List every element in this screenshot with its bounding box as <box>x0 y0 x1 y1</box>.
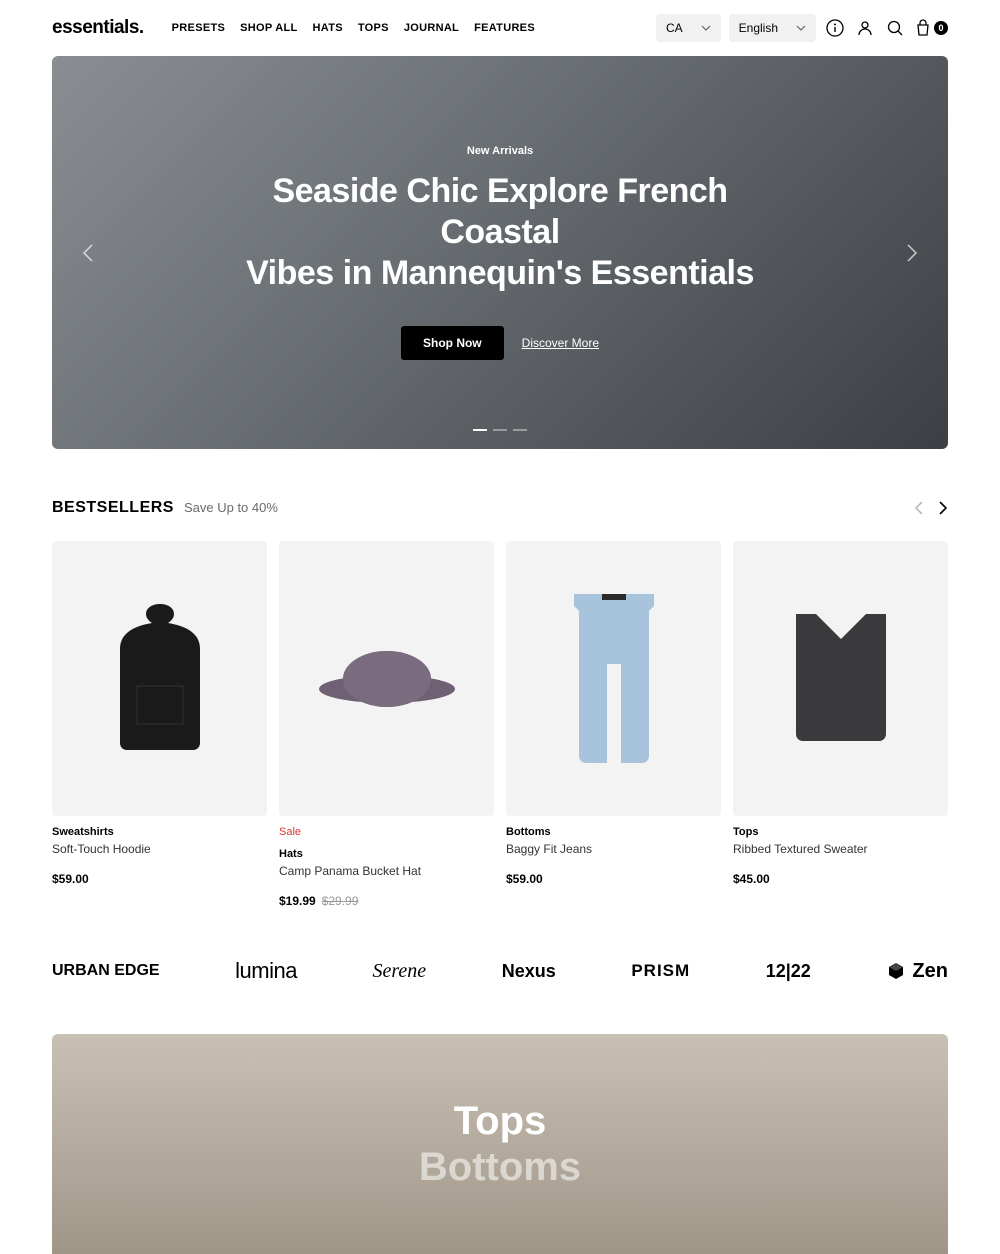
cart-button[interactable]: 0 <box>914 19 948 37</box>
cart-count-badge: 0 <box>934 21 948 35</box>
brand-zen: Zen <box>886 960 948 983</box>
brand-urban-edge: URBAN EDGE <box>52 962 160 980</box>
nav-journal[interactable]: JOURNAL <box>404 22 459 34</box>
carousel-next-arrow[interactable] <box>938 500 948 516</box>
product-price: $59.00 <box>506 872 721 886</box>
brand-prism: PRISM <box>631 961 690 981</box>
product-name: Ribbed Textured Sweater <box>733 842 948 856</box>
hero-title-line1: Seaside Chic Explore French Coastal <box>272 172 727 251</box>
hero-pagination <box>473 429 527 431</box>
bag-icon <box>914 19 932 37</box>
product-image <box>506 541 721 816</box>
category-bottoms[interactable]: Bottoms <box>419 1144 581 1190</box>
site-header: essentials. PRESETS SHOP ALL HATS TOPS J… <box>0 0 1000 56</box>
carousel-nav <box>914 500 948 516</box>
product-category: Bottoms <box>506 826 721 838</box>
price-current: $19.99 <box>279 894 316 908</box>
product-card[interactable]: Tops Ribbed Textured Sweater $45.00 <box>733 541 948 908</box>
header-left: essentials. PRESETS SHOP ALL HATS TOPS J… <box>52 17 535 39</box>
nav-shop-all[interactable]: SHOP ALL <box>240 22 297 34</box>
product-category: Sweatshirts <box>52 826 267 838</box>
section-title-wrap: BESTSELLERS Save Up to 40% <box>52 499 278 517</box>
product-grid: Sweatshirts Soft-Touch Hoodie $59.00 Sal… <box>52 541 948 908</box>
product-card[interactable]: Sale Hats Camp Panama Bucket Hat $19.99$… <box>279 541 494 908</box>
product-name: Baggy Fit Jeans <box>506 842 721 856</box>
logo[interactable]: essentials. <box>52 17 144 39</box>
hero-dot-3[interactable] <box>513 429 527 431</box>
language-selector[interactable]: English <box>729 14 816 42</box>
hero-buttons: Shop Now Discover More <box>220 326 780 360</box>
nav-presets[interactable]: PRESETS <box>172 22 225 34</box>
price-old: $29.99 <box>322 894 359 908</box>
hero-prev-arrow[interactable] <box>72 233 104 273</box>
brand-nexus: Nexus <box>502 961 556 982</box>
bestsellers-section: BESTSELLERS Save Up to 40% Sweatshirts S… <box>0 449 1000 908</box>
category-tops[interactable]: Tops <box>454 1098 547 1144</box>
main-nav: PRESETS SHOP ALL HATS TOPS JOURNAL FEATU… <box>172 22 535 34</box>
country-value: CA <box>666 21 683 35</box>
hero-banner: New Arrivals Seaside Chic Explore French… <box>52 56 948 449</box>
product-image <box>733 541 948 816</box>
search-icon[interactable] <box>884 17 906 39</box>
product-card[interactable]: Bottoms Baggy Fit Jeans $59.00 <box>506 541 721 908</box>
hero-title: Seaside Chic Explore French Coastal Vibe… <box>220 171 780 293</box>
language-value: English <box>739 21 778 35</box>
hero-dot-2[interactable] <box>493 429 507 431</box>
brand-serene: Serene <box>373 960 427 983</box>
product-category: Tops <box>733 826 948 838</box>
header-right: CA English 0 <box>656 14 948 42</box>
nav-tops[interactable]: TOPS <box>358 22 389 34</box>
hero-title-line2: Vibes in Mannequin's Essentials <box>246 254 754 292</box>
product-image <box>52 541 267 816</box>
brand-lumina: lumina <box>235 958 297 984</box>
nav-features[interactable]: FEATURES <box>474 22 535 34</box>
category-banner[interactable]: Tops Bottoms <box>52 1034 948 1254</box>
brand-twelve-twentytwo: 12|22 <box>766 961 811 982</box>
bestsellers-title: BESTSELLERS <box>52 499 174 517</box>
hero-dot-1[interactable] <box>473 429 487 431</box>
info-icon[interactable] <box>824 17 846 39</box>
product-image <box>279 541 494 816</box>
chevron-down-icon <box>701 25 711 31</box>
country-selector[interactable]: CA <box>656 14 721 42</box>
hero-kicker: New Arrivals <box>220 145 780 157</box>
brand-strip: URBAN EDGE lumina Serene Nexus PRISM 12|… <box>0 908 1000 1034</box>
product-name: Camp Panama Bucket Hat <box>279 864 494 878</box>
chevron-down-icon <box>796 25 806 31</box>
product-name: Soft-Touch Hoodie <box>52 842 267 856</box>
nav-hats[interactable]: HATS <box>313 22 343 34</box>
shop-now-button[interactable]: Shop Now <box>401 326 504 360</box>
product-price: $19.99 $29.99 <box>279 894 494 908</box>
product-card[interactable]: Sweatshirts Soft-Touch Hoodie $59.00 <box>52 541 267 908</box>
product-price: $59.00 <box>52 872 267 886</box>
product-price: $45.00 <box>733 872 948 886</box>
bestsellers-subtitle: Save Up to 40% <box>184 500 278 515</box>
product-category: Hats <box>279 848 494 860</box>
discover-more-link[interactable]: Discover More <box>522 336 599 350</box>
carousel-prev-arrow[interactable] <box>914 500 924 516</box>
sale-badge: Sale <box>279 826 494 838</box>
hero-next-arrow[interactable] <box>896 233 928 273</box>
cube-icon <box>886 961 906 981</box>
hero-content: New Arrivals Seaside Chic Explore French… <box>220 145 780 359</box>
section-header: BESTSELLERS Save Up to 40% <box>52 499 948 517</box>
user-icon[interactable] <box>854 17 876 39</box>
brand-zen-text: Zen <box>912 960 948 983</box>
